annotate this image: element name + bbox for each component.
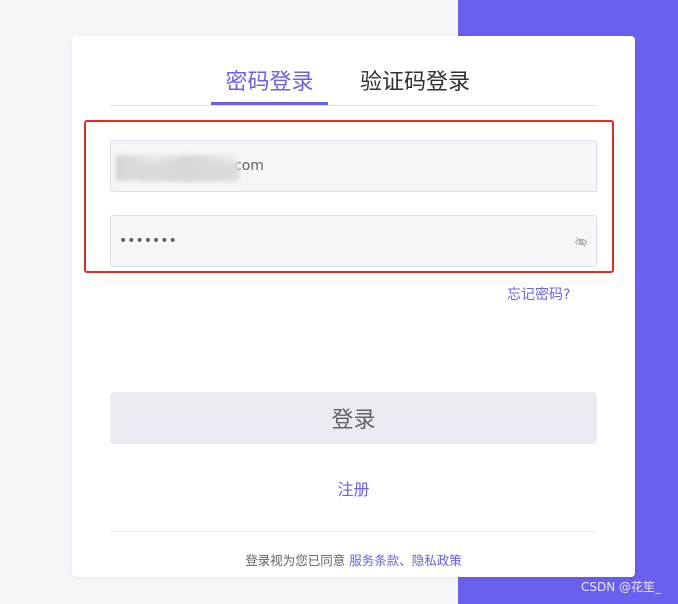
password-input[interactable] (111, 216, 596, 266)
footer-divider (110, 531, 597, 532)
privacy-policy-link[interactable]: 隐私政策 (412, 553, 462, 568)
redacted-mask-lower (139, 163, 239, 181)
login-tabs: 密码登录 验证码登录 (110, 64, 597, 106)
forgot-password-link[interactable]: 忘记密码? (507, 284, 570, 304)
active-tab-indicator (211, 102, 328, 105)
terms-of-service-link[interactable]: 服务条款 (349, 553, 399, 568)
agreement-text: 登录视为您已同意 服务条款、隐私政策 (72, 550, 635, 569)
tab-code-login[interactable]: 验证码登录 (350, 64, 480, 102)
login-card: 密码登录 验证码登录 忘记密码? 登录 注册 登录视为您已同意 服务条款、隐私政… (72, 36, 635, 577)
agreement-prefix: 登录视为您已同意 (245, 553, 346, 568)
tab-password-login[interactable]: 密码登录 (211, 64, 328, 102)
eye-slash-icon[interactable] (574, 234, 588, 248)
username-field (110, 140, 597, 192)
login-button[interactable]: 登录 (110, 392, 597, 444)
watermark: CSDN @花笙_ (581, 580, 662, 594)
agreement-separator: 、 (399, 553, 412, 568)
password-field (110, 215, 597, 267)
register-link[interactable]: 注册 (72, 476, 635, 500)
